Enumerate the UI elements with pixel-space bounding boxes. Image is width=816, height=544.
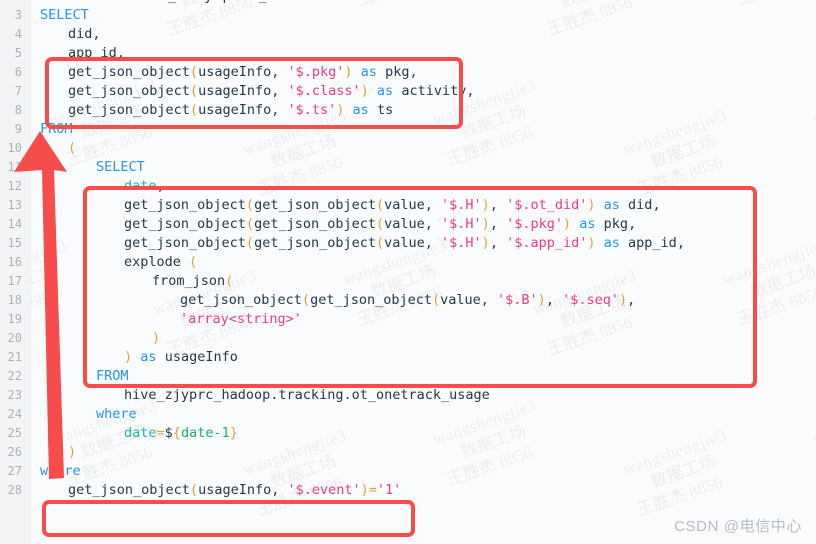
code-line[interactable]: FROM [40, 120, 73, 139]
line-number: 7 [14, 84, 22, 98]
code-line[interactable]: did, [68, 25, 101, 44]
line-number: 12 [7, 179, 22, 193]
code-editor-content[interactable]: t_type_1SELECTdid,app_id,get_json_object… [30, 0, 816, 544]
code-line[interactable]: get_json_object(get_json_object(value, '… [124, 196, 661, 215]
line-number: 23 [7, 388, 22, 402]
line-number: 28 [7, 483, 22, 497]
code-line[interactable]: ) [68, 443, 76, 462]
line-number: 19 [7, 312, 22, 326]
line-number: 8 [14, 103, 22, 117]
code-line[interactable]: get_json_object(usageInfo, '$.ts') as ts [68, 101, 393, 120]
code-line[interactable]: explode ( [124, 253, 197, 272]
line-number: 14 [7, 217, 22, 231]
line-number: 26 [7, 445, 22, 459]
code-line[interactable]: 'array<string>' [180, 310, 302, 329]
code-line[interactable]: where [96, 405, 137, 424]
line-number: 6 [14, 65, 22, 79]
line-number: 13 [7, 198, 22, 212]
code-line[interactable]: date, [124, 177, 165, 196]
csdn-watermark: CSDN @电信中心 [674, 518, 802, 535]
line-number: 25 [7, 426, 22, 440]
line-number: 11 [7, 160, 22, 174]
line-number: 22 [7, 369, 22, 383]
code-line[interactable]: app_id, [68, 44, 125, 63]
code-line[interactable]: date=${date-1} [124, 424, 238, 443]
code-line[interactable]: get_json_object(get_json_object(value, '… [124, 234, 685, 253]
code-line[interactable]: get_json_object(get_json_object(value, '… [180, 291, 635, 310]
line-number: 10 [7, 141, 22, 155]
line-number: 9 [14, 122, 22, 136]
line-number: 24 [7, 407, 22, 421]
code-line[interactable]: FROM [96, 367, 129, 386]
line-number: 16 [7, 255, 22, 269]
code-line[interactable]: where [40, 462, 81, 481]
code-line[interactable]: hive_zjyprc_hadoop.tracking.ot_onetrack_… [124, 386, 490, 405]
line-number: 4 [14, 27, 22, 41]
code-line[interactable]: from_json( [152, 272, 233, 291]
line-number: 18 [7, 293, 22, 307]
code-line[interactable]: ) as usageInfo [124, 348, 238, 367]
line-number: 3 [14, 8, 22, 22]
line-number-gutter: 2345678910111213141516171819202122232425… [0, 0, 31, 544]
code-line[interactable]: get_json_object(get_json_object(value, '… [124, 215, 636, 234]
code-line[interactable]: get_json_object(usageInfo, '$.event')='1… [68, 481, 401, 500]
line-number: 15 [7, 236, 22, 250]
code-line[interactable]: ) [152, 329, 160, 348]
line-number: 5 [14, 46, 22, 60]
code-line[interactable]: get_json_object(usageInfo, '$.pkg') as p… [68, 63, 418, 82]
line-number: 27 [7, 464, 22, 478]
line-number: 20 [7, 331, 22, 345]
line-number: 21 [7, 350, 22, 364]
code-line[interactable]: t_type_1 [150, 0, 295, 6]
screenshot-root: wangshengjie3数据工场王胜杰 8856wangshengjie3数据… [0, 0, 816, 544]
code-line[interactable]: SELECT [96, 158, 145, 177]
code-line[interactable]: SELECT [40, 6, 89, 25]
code-line[interactable]: ( [68, 139, 76, 158]
code-line[interactable]: get_json_object(usageInfo, '$.class') as… [68, 82, 475, 101]
line-number: 17 [7, 274, 22, 288]
